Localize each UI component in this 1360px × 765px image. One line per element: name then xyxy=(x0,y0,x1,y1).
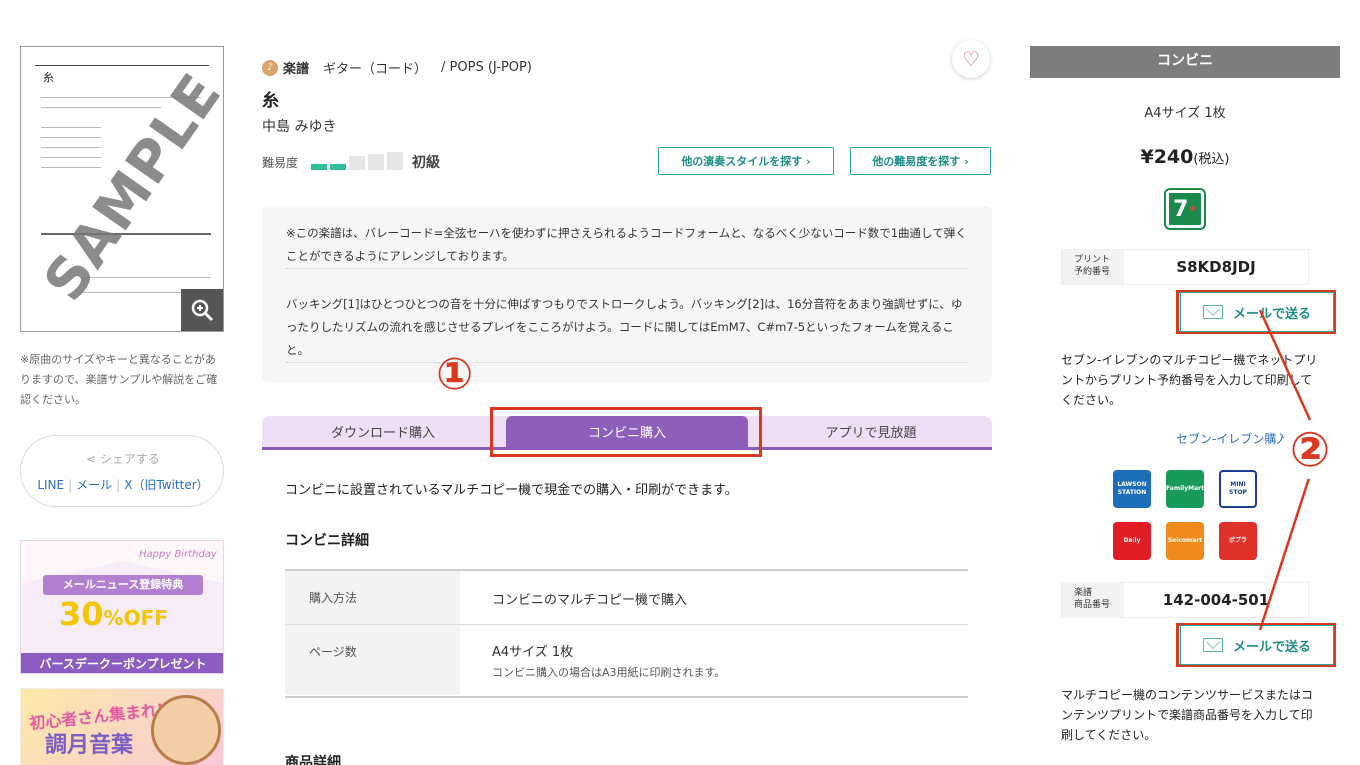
description-paragraph-2: バッキング[1]はひとつひとつの音を十分に伸ばすつもりでストロークしよう。バッキ… xyxy=(286,293,968,363)
table-row: 購入方法 コンビニのマルチコピー機で購入 xyxy=(285,571,968,625)
breadcrumb: ♪ 楽譜 ギター（コード） / POPS (J-POP) xyxy=(262,58,532,77)
sheet-line xyxy=(41,107,161,108)
price: ¥240(税込) xyxy=(1140,146,1230,168)
print-code-value: S8KD8JDJ xyxy=(1176,258,1256,276)
note-icon: ♪ xyxy=(262,59,278,76)
character-name: 調月音葉 xyxy=(45,733,134,758)
share-icon: ⋖ xyxy=(86,452,100,466)
annotation-one: ① xyxy=(436,349,474,400)
convenience-intro: コンビニに設置されているマルチコピー機で現金での購入・印刷ができます。 xyxy=(285,483,738,498)
sample-watermark: SAMPLE xyxy=(31,62,224,313)
difficulty-level: 初級 xyxy=(412,155,440,171)
beginner-banner[interactable]: 初心者さん集まれ! 調月音葉 xyxy=(20,688,224,765)
share-box: ⋖ シェアする LINE | メール | X（旧Twitter） xyxy=(20,435,224,507)
difficulty-bar xyxy=(311,164,327,170)
print-code-label: プリント 予約番号 xyxy=(1062,250,1124,284)
share-line-link[interactable]: LINE xyxy=(37,478,64,492)
description-paragraph-1: ※この楽譜は、バレーコード=全弦セーハを使わずに押さえられるようコードフォームと… xyxy=(286,222,968,269)
sheet-line xyxy=(41,147,101,148)
artist-name[interactable]: 中島 みゆき xyxy=(262,116,336,136)
tab-download[interactable]: ダウンロード購入 xyxy=(262,416,504,447)
store-logo-icon: LAWSON STATION xyxy=(1113,470,1151,508)
arrangement-description: ※この楽譜は、バレーコード=全弦セーハを使わずに押さえられるようコードフォームと… xyxy=(262,206,992,382)
other-level-button[interactable]: 他の難易度を探す › xyxy=(850,147,991,175)
sheet-line xyxy=(41,127,101,128)
detail-table: 購入方法 コンビニのマルチコピー機で購入 ページ数 A4サイズ 1枚 コンビニ購入… xyxy=(285,569,968,698)
table-row: ページ数 A4サイズ 1枚 コンビニ購入の場合はA3用紙に印刷されます。 xyxy=(285,625,968,696)
mail-icon xyxy=(1202,638,1223,652)
sheet-line xyxy=(41,137,101,138)
seven-eleven-logo-icon: 7 · xyxy=(1164,188,1206,230)
other-style-button[interactable]: 他の演奏スタイルを探す › xyxy=(658,147,834,175)
difficulty-bar xyxy=(387,152,403,170)
sheet-line xyxy=(41,157,101,158)
convenience-header: コンビニ xyxy=(1030,46,1340,78)
table-key: 購入方法 xyxy=(285,571,460,624)
difficulty-bar xyxy=(349,156,365,170)
sheet-title: 糸 xyxy=(43,71,54,84)
sheet-line xyxy=(41,167,101,168)
tab-app[interactable]: アプリで見放題 xyxy=(750,416,992,447)
table-key: ページ数 xyxy=(285,625,460,695)
mail-news-label: メールニュース登録特典 xyxy=(43,575,203,595)
product-heading: 商品詳細 xyxy=(285,755,341,765)
table-value: A4サイズ 1枚 コンビニ購入の場合はA3用紙に印刷されます。 xyxy=(460,625,968,696)
character-avatar xyxy=(151,695,221,765)
share-title[interactable]: ⋖ シェアする xyxy=(21,450,225,467)
store-logo-icon: Daily xyxy=(1113,522,1151,560)
annotation-highlight-tab xyxy=(490,407,762,457)
share-x-link[interactable]: X（旧Twitter） xyxy=(124,478,208,492)
discount-text: 30%OFF xyxy=(59,595,168,633)
favorite-heart-icon[interactable]: ♡ xyxy=(952,40,990,78)
multicopy-instructions: マルチコピー機のコンテンツサービスまたはコンテンツプリントで楽譜商品番号を入力し… xyxy=(1061,688,1314,742)
difficulty-bar xyxy=(368,154,384,170)
breadcrumb-genre[interactable]: / POPS (J-POP) xyxy=(441,60,532,75)
table-value: コンビニのマルチコピー機で購入 xyxy=(492,593,688,608)
annotation-two: ② xyxy=(1281,421,1339,479)
table-value-note: コンビニ購入の場合はA3用紙に印刷されます。 xyxy=(492,666,726,679)
store-logo-icon: FamilyMart xyxy=(1166,470,1204,508)
birthday-banner[interactable]: Happy Birthday メールニュース登録特典 30%OFF バースデーク… xyxy=(20,540,224,674)
coupon-label: バースデークーポンプレゼント xyxy=(21,653,223,673)
difficulty-label: 難易度 xyxy=(262,156,299,170)
page-size: A4サイズ 1枚 xyxy=(1144,106,1226,121)
sample-sheet[interactable]: 糸 SAMPLE xyxy=(20,46,224,332)
song-title: 糸 xyxy=(262,91,279,111)
happy-birthday-text: Happy Birthday xyxy=(139,549,217,560)
difficulty-bar xyxy=(330,164,346,170)
zoom-icon[interactable] xyxy=(181,289,223,331)
product-code-label: 楽譜 商品番号 xyxy=(1062,583,1124,617)
breadcrumb-instrument[interactable]: ギター（コード） xyxy=(323,58,427,77)
print-code-box: プリント 予約番号 S8KD8JDJ xyxy=(1061,249,1309,285)
store-logo-icon: Seicomart xyxy=(1166,522,1204,560)
difficulty-bars xyxy=(311,152,403,170)
share-links: LINE | メール | X（旧Twitter） xyxy=(37,478,209,492)
share-mail-link[interactable]: メール xyxy=(76,478,112,492)
sample-note: ※原曲のサイズやキーと異なることがありますので、楽譜サンプルや解説をご確認くださ… xyxy=(20,353,218,406)
detail-heading: コンビニ詳細 xyxy=(285,533,369,549)
mail-icon xyxy=(1202,305,1223,319)
breadcrumb-category[interactable]: 楽譜 xyxy=(283,58,309,77)
